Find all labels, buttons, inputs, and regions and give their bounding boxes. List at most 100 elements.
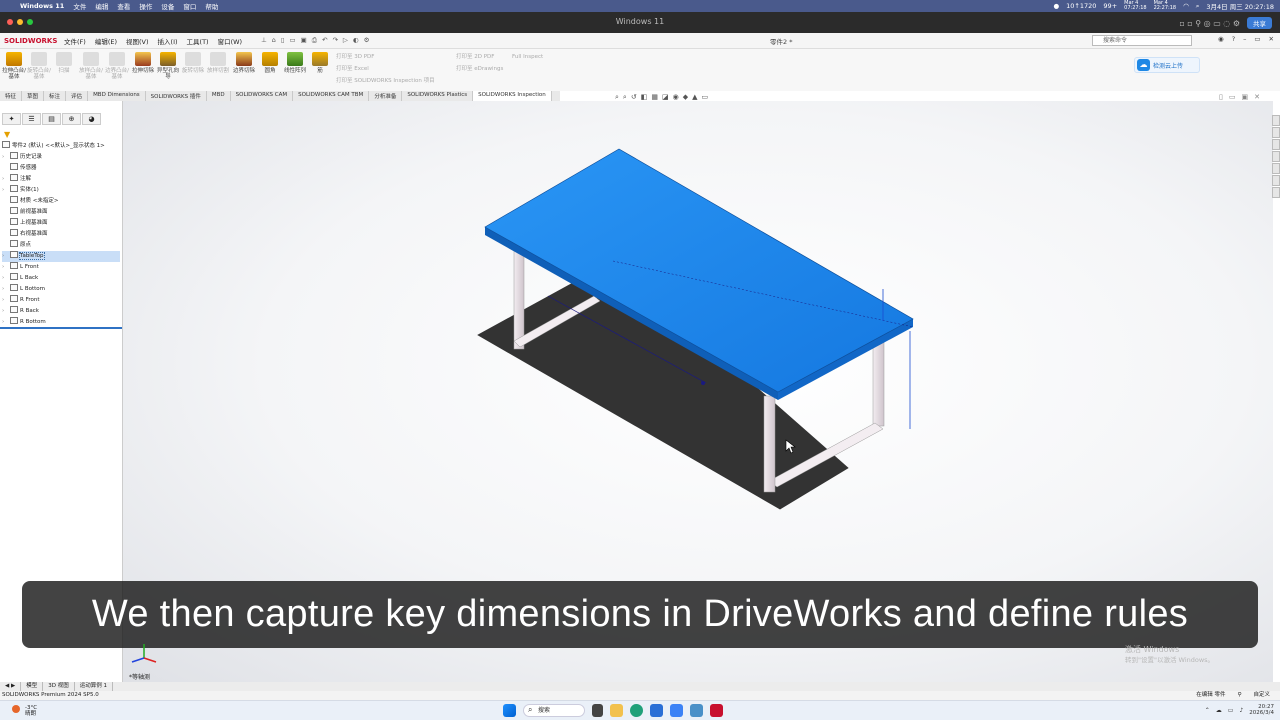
edge-icon[interactable] [630,704,643,717]
weather-widget[interactable]: -3°C 晴朗 [12,705,37,717]
doc-tab-motion[interactable]: 运动算例 1 [75,682,113,691]
view-settings-icon[interactable]: ▭ [701,93,708,102]
sw-menu-window[interactable]: 窗口(W) [218,36,243,46]
network-icon[interactable]: ▭ [1228,707,1234,714]
tree-item[interactable]: › R Back [2,306,120,317]
previous-view-icon[interactable]: ↺ [631,93,637,102]
command-search-input[interactable]: 搜索命令 [1092,35,1192,46]
expand-arrow-icon[interactable]: › [2,174,10,185]
doc-tab-model[interactable]: 模型 [21,682,44,691]
command-tab[interactable]: 评估 [66,91,89,101]
mac-app-name[interactable]: Windows 11 [20,2,64,10]
start-icon[interactable] [503,704,516,717]
viewport-close-icon[interactable]: ✕ [1254,93,1260,101]
search-icon[interactable]: ⌕ [1196,2,1200,11]
print-3d-pdf[interactable]: 打印至 3D PDF [336,51,435,63]
command-tab[interactable]: 标注 [44,91,67,101]
home-icon[interactable]: ⌂ [272,36,276,45]
mac-menu-file[interactable]: 文件 [73,1,86,11]
tool-linear-pattern[interactable]: 线性阵列 [283,52,307,86]
dimxpert-tab[interactable]: ⊕ [62,113,81,125]
cloud-tray-icon[interactable]: ☁ [1216,707,1222,714]
zoom-area-icon[interactable]: ⌕ [623,93,627,102]
tree-item[interactable]: › 注解 [2,174,120,185]
filter-icon[interactable]: ▼ [4,130,10,139]
mac-menu-actions[interactable]: 操作 [139,1,152,11]
command-tab[interactable]: 分析准备 [369,91,403,101]
tool-loft-cut[interactable]: 放样切割 [206,52,230,86]
close-button[interactable]: ✕ [1269,35,1274,43]
view-orientation-icon[interactable]: ▦ [651,93,658,102]
tree-item[interactable]: › L Bottom [2,284,120,295]
tree-item[interactable]: 上视基准面 [2,218,120,229]
zoom-fit-icon[interactable]: ⌕ [615,93,619,102]
expand-arrow-icon[interactable]: › [2,295,10,306]
task-pane-resources[interactable] [1272,115,1280,126]
mac-menu-edit[interactable]: 编辑 [95,1,108,11]
undo-icon[interactable]: ↶ [322,36,327,45]
tree-item[interactable]: 右视基准面 [2,229,120,240]
task-pane-custom[interactable] [1272,175,1280,186]
expand-arrow-icon[interactable]: › [2,306,10,317]
task-pane-forum[interactable] [1272,187,1280,198]
task-pane-explorer[interactable] [1272,139,1280,150]
command-tab[interactable]: SOLIDWORKS CAM TBM [293,91,370,101]
display-style-icon[interactable]: ◪ [662,93,669,102]
viewport-minimize-icon[interactable]: ▭ [1229,93,1236,101]
tree-item[interactable]: › 历史记录 [2,152,120,163]
command-tab[interactable]: SOLIDWORKS Inspection [473,91,552,101]
command-tab[interactable]: MBD Dimensions [88,91,146,101]
tool-revolve-cut[interactable]: 旋转切除 [181,52,205,86]
tray-chevron-icon[interactable]: ⌃ [1205,707,1210,714]
command-tab[interactable]: SOLIDWORKS 插件 [146,91,207,101]
tool-revolve-boss[interactable]: 旋转凸台/基体 [27,52,51,86]
expand-arrow-icon[interactable]: › [2,251,10,262]
command-tab[interactable]: 特征 [0,91,23,101]
tree-item[interactable]: › L Front [2,262,120,273]
config-manager-tab[interactable]: ▤ [42,113,61,125]
rebuild-status-icon[interactable]: ⚲ [1237,691,1241,700]
print-excel[interactable]: 打印至 Excel [336,63,435,75]
command-tab[interactable]: MBD [207,91,231,101]
command-tab[interactable]: 草图 [22,91,45,101]
tool-boundary-boss[interactable]: 边界凸台/基体 [105,52,129,86]
expand-arrow-icon[interactable]: › [2,262,10,273]
vm-tool-icons[interactable]: ▫ ▫ ⚲ ◎ ▭ ◌ ⚙ [1179,19,1240,28]
command-tab[interactable]: SOLIDWORKS CAM [231,91,294,101]
record-icon[interactable]: ● [1053,2,1059,10]
tree-item[interactable]: › R Front [2,295,120,306]
sw-menu-tools[interactable]: 工具(T) [187,36,209,46]
sw-menu-file[interactable]: 文件(F) [64,36,86,46]
wechat-badge[interactable]: 99+ [1103,2,1117,10]
mac-menu-window[interactable]: 窗口 [183,1,196,11]
status-units[interactable]: 自定义 [1253,691,1270,700]
doc-tab-3dview[interactable]: 3D 视图 [43,682,75,691]
nav-arrows[interactable]: ◀ ▶ [0,682,22,691]
task-pane-library[interactable] [1272,127,1280,138]
tool-sweep[interactable]: 扫描 [52,52,76,86]
wifi-icon[interactable]: ◠ [1183,2,1189,10]
notepad-icon[interactable] [690,704,703,717]
tool-extrude-boss[interactable]: 拉伸凸台/基体 [2,52,26,86]
expand-arrow-icon[interactable]: › [2,273,10,284]
open-icon[interactable]: ▭ [289,36,295,45]
sw-menu-insert[interactable]: 插入(I) [158,36,178,46]
task-pane-palette[interactable] [1272,151,1280,162]
print-edrawings[interactable]: 打印至 eDrawings [456,63,503,75]
scene-icon[interactable]: ▲ [692,93,697,102]
tree-item[interactable]: › 实体(1) [2,185,120,196]
help-icon[interactable]: ? [1232,35,1235,43]
rollback-bar[interactable] [0,327,122,329]
tool-rib[interactable]: 筋 [308,52,332,86]
pin-icon[interactable]: ⊥ [261,36,267,45]
viewport-restore-icon[interactable]: ▣ [1241,93,1248,101]
rebuild-icon[interactable]: ◐ [353,36,359,45]
appearance-icon[interactable]: ◆ [683,93,688,102]
options-icon[interactable]: ⚙ [364,36,370,45]
section-view-icon[interactable]: ◧ [641,93,648,102]
tool-loft-boss[interactable]: 放样凸台/基体 [79,52,103,86]
task-pane-appearances[interactable] [1272,163,1280,174]
expand-arrow-icon[interactable]: › [2,284,10,295]
taskbar-search[interactable]: 搜索 [523,704,585,717]
tool-extrude-cut[interactable]: 拉伸切除 [131,52,155,86]
